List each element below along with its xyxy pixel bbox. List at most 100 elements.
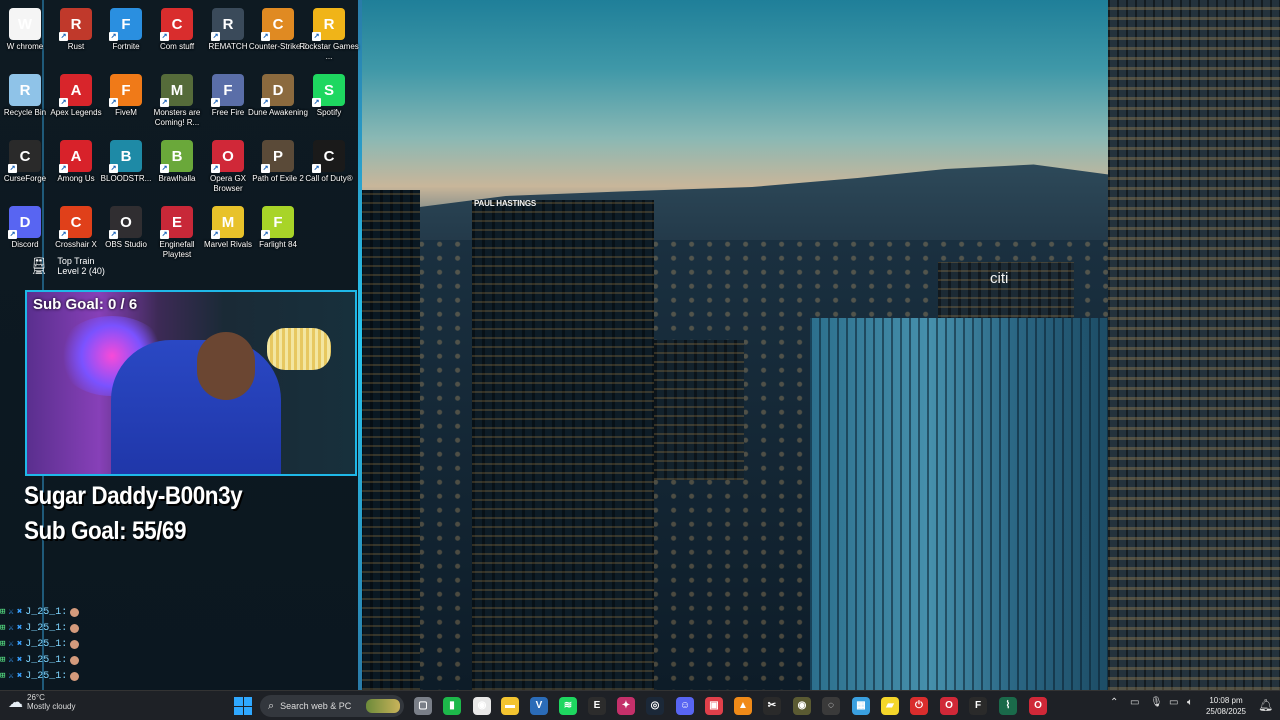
- top-train-widget: 🚆︎ Top Train Level 2 (40): [29, 256, 105, 276]
- sign-citi: citi: [990, 270, 1009, 287]
- desktop-icon-rockstar[interactable]: R ↗ Rockstar Games ...: [299, 4, 359, 70]
- desktop-icon-opera-gx[interactable]: O ↗ Opera GX Browser: [202, 136, 254, 202]
- taskbar-chrome-icon[interactable]: ◉: [473, 697, 491, 715]
- desktop-icon-monsters[interactable]: M ↗ Monsters are Coming! R...: [151, 70, 203, 136]
- network-icon[interactable]: ▭: [1169, 697, 1178, 708]
- desktop-icon-counter-strike[interactable]: C ↗ Counter-Strike 2: [249, 4, 307, 70]
- power-icon: C ↗: [160, 8, 193, 41]
- desktop-icon-marvel-rivals[interactable]: M ↗ Marvel Rivals: [202, 202, 254, 268]
- desktop-icon-farlight[interactable]: F ↗ Farlight 84: [252, 202, 304, 268]
- wallpaper-skyscraper: [1108, 0, 1280, 690]
- curseforge-icon: C ↗: [8, 140, 41, 173]
- chat-username: J_25_1:: [25, 622, 68, 634]
- desktop-icon-brawlhalla[interactable]: B ↗ Brawlhalla: [151, 136, 203, 202]
- volume-icon[interactable]: 🔈︎: [1187, 697, 1193, 708]
- shortcut-arrow-icon: ↗: [312, 98, 321, 107]
- windows-logo-icon: [243, 697, 252, 706]
- discord-icon: D ↗: [8, 206, 41, 239]
- taskbar-file-explorer-icon[interactable]: ▬: [501, 697, 519, 715]
- counter-strike-icon: C ↗: [261, 8, 294, 41]
- desktop-icon-rematch[interactable]: R ↗ REMATCH: [202, 4, 254, 70]
- taskbar-sticky-notes-icon[interactable]: ▰: [881, 697, 899, 715]
- desktop-icon-recycle-bin[interactable]: R Recycle Bin: [0, 70, 51, 136]
- tray-app-icon[interactable]: ▭: [1130, 697, 1139, 708]
- shortcut-arrow-icon: ↗: [59, 32, 68, 41]
- desktop-icon-dune[interactable]: D ↗ Dune Awakening: [248, 70, 308, 136]
- taskbar-spotify-icon[interactable]: ≋: [559, 697, 577, 715]
- emote-icon: [70, 655, 80, 665]
- desktop-icon-label: Spotify: [316, 108, 342, 117]
- taskbar-faceit-icon[interactable]: F: [969, 697, 987, 715]
- desktop-icon-chrome[interactable]: WW chrome: [0, 4, 51, 70]
- desktop-icon-power[interactable]: C ↗ Com stuff: [151, 4, 203, 70]
- shortcut-arrow-icon: ↗: [59, 164, 68, 173]
- badge-icon: ⊞: [0, 607, 6, 617]
- taskbar-stocks-app-icon[interactable]: ⌇: [999, 697, 1017, 715]
- desktop-icon-bloodstrike[interactable]: B ↗ BLOODSTR...: [100, 136, 152, 202]
- desktop-icon-fivem[interactable]: F ↗ FiveM: [100, 70, 152, 136]
- taskbar-search[interactable]: ⌕ Search web & PC: [260, 695, 404, 717]
- taskbar-media-app-icon[interactable]: ▣: [705, 697, 723, 715]
- desktop-icon-enginefall[interactable]: E ↗ Enginefall Playtest: [151, 202, 203, 268]
- badge-icon: ⊞: [0, 671, 6, 681]
- emote-icon: [70, 639, 80, 649]
- microphone-icon[interactable]: 🎙︎: [1150, 697, 1163, 708]
- webcam-streamer-face: [197, 332, 255, 400]
- shortcut-arrow-icon: ↗: [8, 230, 17, 239]
- windows-logo-icon: [234, 706, 243, 715]
- taskbar-gear-app-icon[interactable]: ✦: [617, 697, 635, 715]
- desktop-icon-label: Call of Duty®: [305, 174, 353, 183]
- sword-badge-icon: ⚔: [8, 655, 14, 665]
- desktop-icon-path-of-exile[interactable]: P ↗ Path of Exile 2: [252, 136, 304, 202]
- webcam-streamer-hoodie: [111, 340, 281, 474]
- taskbar-epic-games-icon[interactable]: E: [588, 697, 606, 715]
- start-button[interactable]: [234, 697, 252, 715]
- chat-row: ⊞ ⚔ ✖ J_25_1:: [0, 668, 130, 684]
- weather-condition: Mostly cloudy: [27, 702, 76, 711]
- taskbar-power-icon[interactable]: ⏻: [910, 697, 928, 715]
- taskbar-capcut-icon[interactable]: ✂: [763, 697, 781, 715]
- taskbar-notification-app-icon[interactable]: ◌: [822, 697, 840, 715]
- notification-bell-icon[interactable]: 🔔︎: [1258, 698, 1273, 712]
- shortcut-arrow-icon: ↗: [211, 98, 220, 107]
- chat-username: J_25_1:: [25, 670, 68, 682]
- taskbar-visual-studio-icon[interactable]: V: [530, 697, 548, 715]
- chat-row: ⊞ ⚔ ✖ J_25_1:: [0, 636, 130, 652]
- call-of-duty-icon: C ↗: [312, 140, 345, 173]
- webcam-sub-goal: Sub Goal: 0 / 6: [33, 296, 138, 313]
- desktop-icon-among-us[interactable]: A ↗ Among Us: [50, 136, 102, 202]
- spotify-icon: S ↗: [312, 74, 345, 107]
- search-highlight-image: [366, 699, 400, 713]
- desktop-icon-rust[interactable]: R ↗ Rust: [50, 4, 102, 70]
- chat-username: J_25_1:: [25, 606, 68, 618]
- desktop-icon-fortnite[interactable]: F ↗ Fortnite: [100, 4, 152, 70]
- taskbar-vlc-icon[interactable]: ▲: [734, 697, 752, 715]
- wallpaper-glass-tower: [810, 318, 1108, 690]
- k-badge-icon: ✖: [16, 623, 23, 633]
- taskbar-discord-icon[interactable]: ☺: [676, 697, 694, 715]
- desktop-icon-call-of-duty[interactable]: C ↗ Call of Duty®: [303, 136, 355, 202]
- desktop-icon-free-fire[interactable]: F ↗ Free Fire: [202, 70, 254, 136]
- sign-paul-hastings: PAUL HASTINGS: [474, 199, 536, 208]
- taskbar-xbox-game-bar-icon[interactable]: ▮: [443, 697, 461, 715]
- taskbar-eye-app-icon[interactable]: ◉: [793, 697, 811, 715]
- emote-icon: [70, 607, 80, 617]
- monsters-icon: M ↗: [160, 74, 193, 107]
- weather-widget[interactable]: ☁ 26°C Mostly cloudy: [8, 693, 75, 711]
- taskbar-task-view-icon[interactable]: ▢: [414, 697, 432, 715]
- taskbar-steam-icon[interactable]: ◎: [646, 697, 664, 715]
- clock-date: 25/08/2025: [1205, 707, 1247, 716]
- taskbar-clock[interactable]: 10:08 pm 25/08/2025: [1204, 695, 1248, 717]
- taskbar-photos-icon[interactable]: ▦: [852, 697, 870, 715]
- desktop-icon-obs[interactable]: O ↗ OBS Studio: [100, 202, 152, 268]
- badge-icon: ⊞: [0, 655, 6, 665]
- webcam-microphone: [267, 328, 331, 370]
- enginefall-icon: E ↗: [160, 206, 193, 239]
- taskbar-opera-gx-icon[interactable]: O: [1029, 697, 1047, 715]
- desktop-icon-curseforge[interactable]: C ↗ CurseForge: [0, 136, 51, 202]
- crosshair-icon: C ↗: [59, 206, 92, 239]
- desktop-icon-apex-legends[interactable]: A ↗ Apex Legends: [50, 70, 102, 136]
- desktop-icon-spotify[interactable]: S ↗ Spotify: [303, 70, 355, 136]
- taskbar-opera-gx-icon[interactable]: O: [940, 697, 958, 715]
- show-hidden-icons-chevron-icon[interactable]: ⌃: [1110, 697, 1118, 708]
